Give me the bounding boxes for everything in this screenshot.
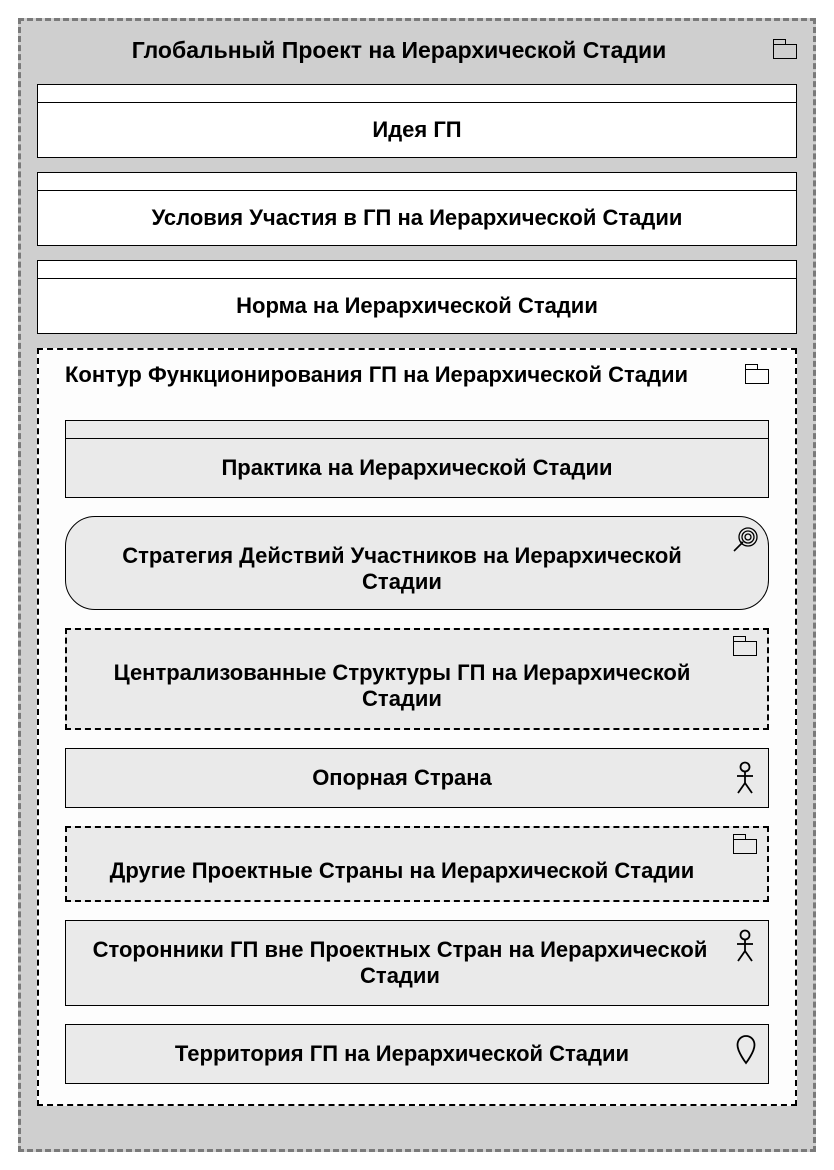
outer-package-title: Глобальный Проект на Иерархической Стади…	[37, 35, 797, 66]
block-header	[66, 421, 768, 439]
item-centralized: Централизованные Структуры ГП на Иерархи…	[65, 628, 769, 730]
block-idea-label: Идея ГП	[38, 103, 796, 157]
inner-package: Контур Функционирования ГП на Иерархичес…	[37, 348, 797, 1106]
block-header	[38, 173, 796, 191]
item-supporters-label: Сторонники ГП вне Проектных Стран на Иер…	[93, 937, 708, 988]
actor-icon	[734, 761, 756, 795]
item-territory: Территория ГП на Иерархической Стадии	[65, 1024, 769, 1084]
diagram-canvas: Глобальный Проект на Иерархической Стади…	[0, 0, 834, 1170]
folder-icon	[745, 364, 767, 382]
item-centralized-label: Централизованные Структуры ГП на Иерархи…	[114, 660, 691, 711]
item-supporters: Сторонники ГП вне Проектных Стран на Иер…	[65, 920, 769, 1006]
item-practice-label: Практика на Иерархической Стадии	[66, 439, 768, 497]
outer-package-title-text: Глобальный Проект на Иерархической Стади…	[132, 37, 667, 63]
target-icon	[732, 525, 758, 555]
block-header	[38, 261, 796, 279]
actor-icon	[734, 929, 756, 963]
item-practice: Практика на Иерархической Стадии	[65, 420, 769, 498]
block-conditions-label: Условия Участия в ГП на Иерархической Ст…	[38, 191, 796, 245]
block-norm: Норма на Иерархической Стадии	[37, 260, 797, 334]
block-idea: Идея ГП	[37, 84, 797, 158]
item-strategy: Стратегия Действий Участников на Иерархи…	[65, 516, 769, 610]
item-other-countries: Другие Проектные Страны на Иерархической…	[65, 826, 769, 902]
folder-icon	[733, 636, 759, 666]
item-anchor-country: Опорная Страна	[65, 748, 769, 808]
block-conditions: Условия Участия в ГП на Иерархической Ст…	[37, 172, 797, 246]
folder-icon	[733, 834, 759, 864]
item-anchor-country-label: Опорная Страна	[312, 765, 492, 790]
folder-icon	[773, 39, 795, 57]
inner-package-title-text: Контур Функционирования ГП на Иерархичес…	[65, 362, 688, 387]
block-header	[38, 85, 796, 103]
block-norm-label: Норма на Иерархической Стадии	[38, 279, 796, 333]
item-territory-label: Территория ГП на Иерархической Стадии	[175, 1041, 629, 1066]
outer-package: Глобальный Проект на Иерархической Стади…	[18, 18, 816, 1152]
inner-package-title: Контур Функционирования ГП на Иерархичес…	[65, 360, 769, 402]
location-pin-icon	[736, 1035, 756, 1065]
item-other-countries-label: Другие Проектные Страны на Иерархической…	[110, 858, 695, 883]
item-strategy-label: Стратегия Действий Участников на Иерархи…	[122, 543, 682, 594]
